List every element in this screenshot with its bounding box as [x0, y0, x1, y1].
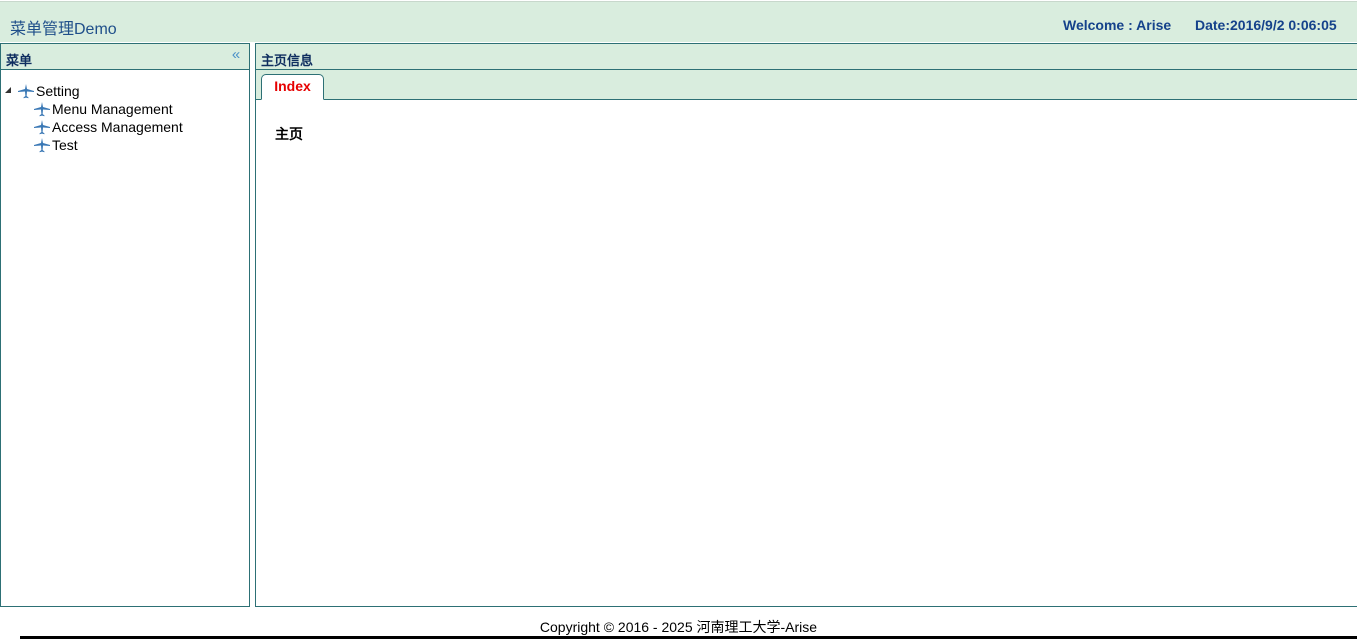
main-panel: 主页信息 Index 主页 [255, 43, 1357, 607]
tree-node-label: Test [52, 137, 78, 153]
airplane-icon [33, 119, 51, 135]
welcome-text: Welcome : Arise [1063, 17, 1172, 33]
footer-copyright: Copyright © 2016 - 2025 河南理工大学-Arise [539, 619, 818, 635]
tabs-bar: Index [256, 70, 1357, 100]
tree-node-label: Setting [36, 83, 80, 99]
airplane-icon [33, 137, 51, 153]
airplane-icon [17, 83, 35, 99]
tree-node-setting[interactable]: Setting [1, 82, 249, 100]
tab-content-text: 主页 [275, 126, 303, 142]
date-text: Date:2016/9/2 0:06:05 [1195, 17, 1337, 33]
tree-node-menu-management[interactable]: Menu Management [1, 100, 249, 118]
tree-node-access-management[interactable]: Access Management [1, 118, 249, 136]
tree-node-label: Access Management [52, 119, 183, 135]
app-header: 菜单管理Demo Welcome : Arise Date:2016/9/2 0… [0, 1, 1357, 42]
tree-node-label: Menu Management [52, 101, 173, 117]
app-title: 菜单管理Demo [10, 21, 117, 38]
menu-panel-title: 菜单 [6, 53, 33, 68]
tree-expand-toggle-icon[interactable] [4, 82, 14, 100]
airplane-icon [33, 101, 51, 117]
menu-tree: Setting Menu Management Access Managemen… [1, 82, 249, 154]
double-chevron-left-icon[interactable]: « [229, 47, 243, 63]
main-panel-header: 主页信息 [256, 44, 1357, 70]
menu-panel-header: 菜单 « [1, 44, 249, 70]
main-panel-title: 主页信息 [261, 53, 314, 68]
menu-panel: 菜单 « Setting Menu Management Access Mana… [0, 43, 250, 607]
tab-index[interactable]: Index [261, 74, 324, 100]
tree-node-test[interactable]: Test [1, 136, 249, 154]
